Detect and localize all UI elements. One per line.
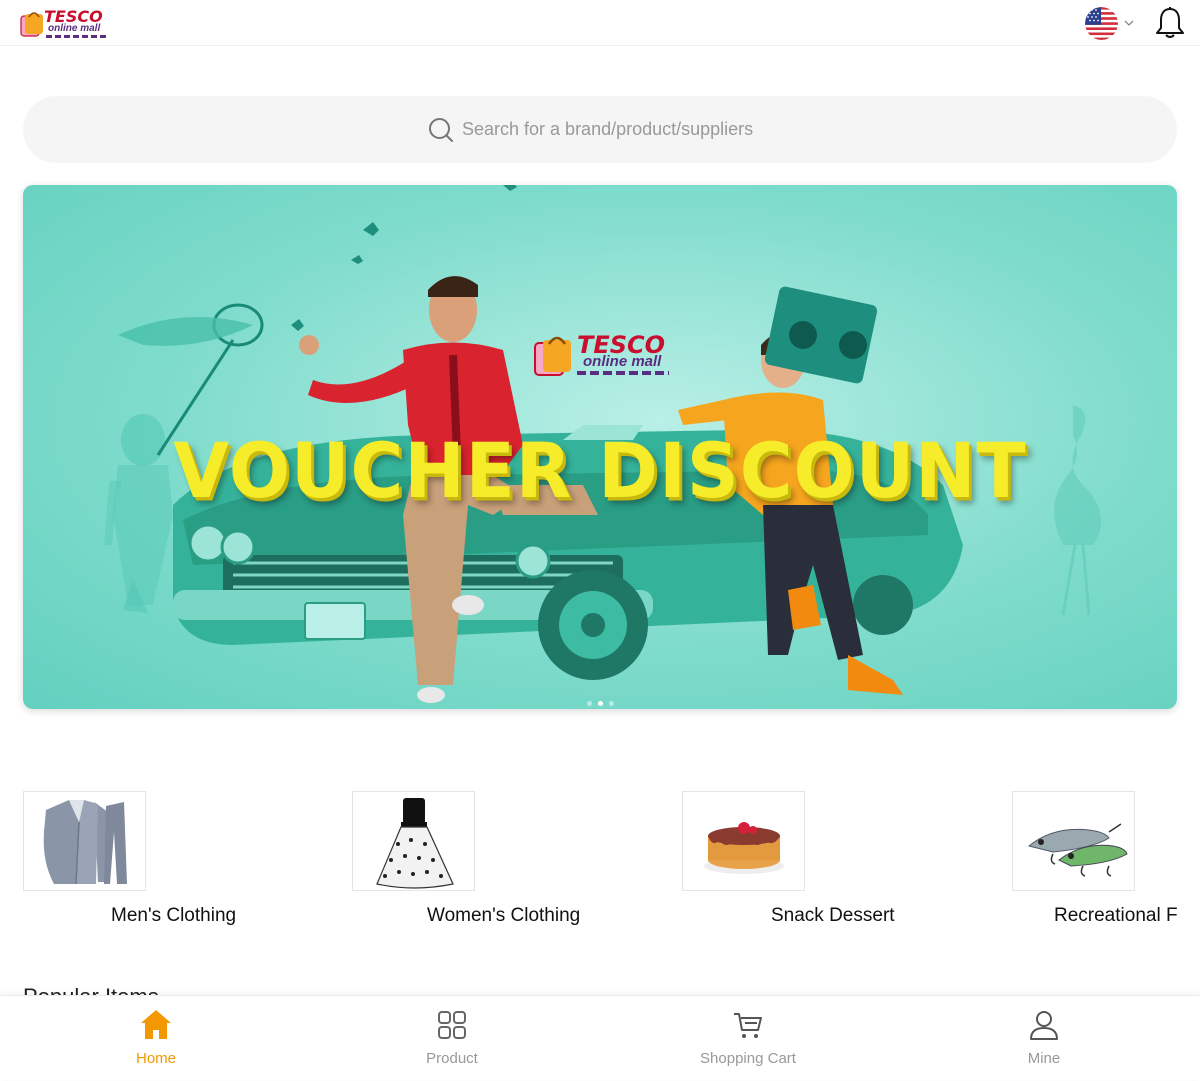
pancake-image: [682, 791, 805, 891]
fishing-lure-image: [1012, 791, 1135, 891]
promo-banner[interactable]: TESCO online mall VOUCHER DISCOUNT: [23, 185, 1177, 709]
category-mens-clothing[interactable]: Men's Clothing: [23, 791, 343, 931]
category-womens-clothing[interactable]: Women's Clothing: [352, 791, 672, 931]
nav-label: Product: [426, 1050, 478, 1067]
category-label: Recreational Fi: [1054, 905, 1177, 926]
bell-icon[interactable]: [1154, 6, 1186, 40]
carousel-dot[interactable]: [608, 701, 614, 706]
user-icon: [1030, 1011, 1058, 1040]
nav-mine[interactable]: Mine: [944, 996, 1144, 1081]
nav-home[interactable]: Home: [56, 996, 256, 1081]
category-label: Men's Clothing: [111, 905, 237, 926]
nav-shopping-cart[interactable]: Shopping Cart: [648, 996, 848, 1081]
search-inner: [428, 117, 772, 143]
search-input[interactable]: [462, 119, 772, 140]
category-recreational-fishing[interactable]: Recreational Fi: [1012, 791, 1177, 931]
shopping-bag-icon: [20, 12, 43, 37]
bottom-navigation: Home Product Shopping Cart Mine: [0, 995, 1200, 1080]
carousel-dot[interactable]: [586, 701, 592, 706]
category-snack-dessert[interactable]: Snack Dessert: [682, 791, 1002, 931]
brand-sub: online mall: [48, 23, 101, 34]
dress-image: [352, 791, 475, 891]
grid-icon: [438, 1011, 466, 1039]
nav-label: Mine: [1027, 1050, 1061, 1067]
search-bar[interactable]: [23, 96, 1177, 163]
nav-label: Shopping Cart: [700, 1050, 796, 1067]
category-label: Snack Dessert: [771, 905, 895, 926]
nav-product[interactable]: Product: [352, 996, 552, 1081]
suit-image: [23, 791, 146, 891]
banner-title: VOUCHER DISCOUNT: [173, 426, 1027, 516]
cart-icon: [734, 1013, 762, 1038]
brand-logo[interactable]: TESCO online mall: [20, 6, 106, 40]
banner-logo-sub: online mall: [583, 353, 662, 370]
banner-logo: TESCO online mall: [533, 331, 673, 379]
language-selector[interactable]: [1085, 6, 1137, 40]
carousel-dot-active[interactable]: [597, 701, 603, 706]
nav-label: Home: [135, 1050, 176, 1067]
us-flag-icon: [1085, 6, 1118, 40]
category-row: Men's Clothing Women's Clothing Snack De…: [23, 791, 1177, 931]
shopping-bag-icon: [534, 336, 571, 376]
home-icon: [141, 1010, 171, 1039]
banner-logo-stripes: [577, 371, 669, 375]
category-label: Women's Clothing: [427, 905, 581, 926]
brand-stripes: [46, 35, 106, 38]
carousel-dots: [23, 701, 1177, 706]
search-icon: [429, 117, 453, 142]
brand-text: TESCO online mall: [44, 6, 108, 40]
chevron-down-icon: [1124, 20, 1134, 26]
top-header: TESCO online mall: [0, 0, 1200, 46]
